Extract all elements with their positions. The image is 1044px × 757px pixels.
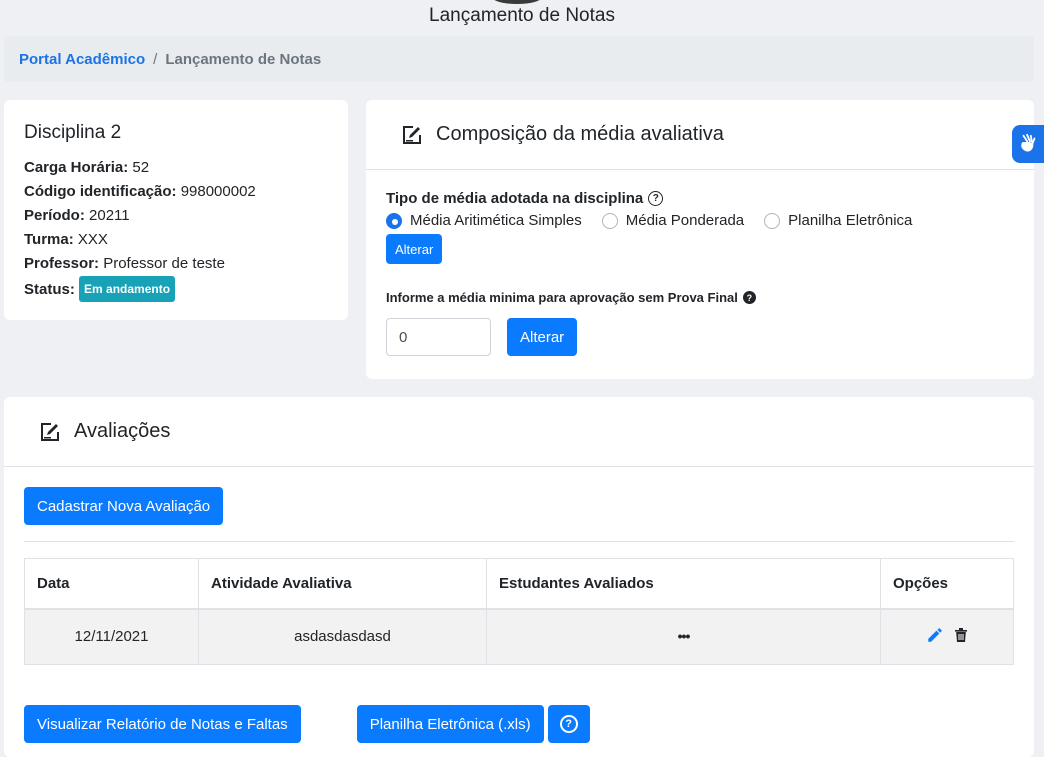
radio-button[interactable]: [601, 212, 618, 229]
evaluations-table: Data Atividade Avaliativa Estudantes Ava…: [24, 558, 1014, 665]
breadcrumb-home-link[interactable]: Portal Acadêmico: [19, 51, 145, 68]
sign-language-icon: [1021, 133, 1036, 152]
info-label: Período:: [24, 207, 85, 224]
cell-activity: asdasdasdasd: [198, 608, 487, 665]
composition-body: Tipo de média adotada na disciplina ? Mé…: [366, 170, 1034, 376]
radio-label: Planilha Eletrônica: [788, 212, 913, 229]
bottom-actions: Visualizar Relatório de Notas e Faltas P…: [24, 705, 590, 743]
average-type-label-row: Tipo de média adotada na disciplina ?: [386, 190, 1014, 207]
radio-weighted-average[interactable]: Média Ponderada: [601, 212, 745, 229]
radio-button-checked[interactable]: [386, 212, 402, 229]
info-professor: Professor: Professor de teste: [24, 252, 328, 276]
edit-document-icon: [41, 422, 59, 441]
discipline-name: Disciplina 2: [24, 122, 122, 143]
change-min-average-button[interactable]: Alterar: [507, 318, 578, 356]
info-value: XXX: [77, 231, 108, 248]
min-average-input[interactable]: [386, 318, 491, 356]
info-class: Turma: XXX: [24, 228, 328, 252]
edit-document-icon: [403, 125, 421, 144]
evaluations-body: Cadastrar Nova Avaliação Data Atividade …: [4, 467, 1034, 665]
cell-date: 12/11/2021: [24, 608, 199, 665]
radio-spreadsheet[interactable]: Planilha Eletrônica: [764, 212, 912, 229]
composition-title: Composição da média avaliativa: [436, 123, 724, 145]
pencil-icon[interactable]: [926, 626, 944, 648]
table-header-row: Data Atividade Avaliativa Estudantes Ava…: [24, 558, 1014, 610]
average-type-radio-group: Média Aritimética Simples Média Ponderad…: [386, 212, 1014, 229]
trash-icon[interactable]: [954, 627, 968, 647]
column-header-activity: Atividade Avaliativa: [198, 558, 487, 610]
info-code: Código identificação: 998000002: [24, 180, 328, 204]
radio-label: Média Aritimética Simples: [410, 212, 582, 229]
help-icon[interactable]: ?: [648, 191, 664, 206]
evaluations-header: Avaliações: [4, 397, 1034, 467]
new-evaluation-button[interactable]: Cadastrar Nova Avaliação: [24, 487, 224, 525]
view-report-button[interactable]: Visualizar Relatório de Notas e Faltas: [24, 705, 301, 743]
cell-options: [880, 608, 1014, 665]
radio-simple-average[interactable]: Média Aritimética Simples: [386, 212, 582, 229]
help-button[interactable]: ?: [547, 705, 590, 743]
accessibility-button[interactable]: [1012, 125, 1044, 163]
info-label: Professor:: [24, 255, 100, 272]
question-circle-icon: ?: [559, 715, 578, 733]
evaluations-card: Avaliações Cadastrar Nova Avaliação Data…: [4, 397, 1034, 757]
column-header-date: Data: [24, 558, 199, 610]
table-row: 12/11/2021 asdasdasdasd •••: [24, 608, 1014, 665]
column-header-options: Opções: [880, 558, 1014, 610]
radio-button[interactable]: [764, 212, 781, 229]
info-label: Código identificação:: [24, 183, 177, 200]
more-options-icon[interactable]: •••: [678, 628, 691, 644]
average-composition-card: Composição da média avaliativa Tipo de m…: [366, 100, 1034, 379]
status-badge: Em andamento: [79, 276, 176, 302]
composition-header: Composição da média avaliativa: [366, 100, 1034, 170]
status-label: Status:: [24, 281, 75, 298]
average-type-label: Tipo de média adotada na disciplina: [386, 190, 644, 207]
info-period: Período: 20211: [24, 204, 328, 228]
column-header-students: Estudantes Avaliados: [486, 558, 881, 610]
info-value: 52: [132, 159, 150, 176]
info-label: Turma:: [24, 231, 74, 248]
min-average-row: Alterar: [386, 318, 1014, 356]
discipline-info-card: Disciplina 2 Carga Horária: 52 Código id…: [4, 100, 348, 320]
radio-label: Média Ponderada: [625, 212, 745, 229]
info-workload: Carga Horária: 52: [24, 156, 328, 180]
info-status: Status: Em andamento: [24, 276, 328, 302]
info-value: Professor de teste: [103, 255, 225, 272]
page-title: Lançamento de Notas: [429, 5, 615, 26]
evaluations-title: Avaliações: [74, 420, 171, 442]
spreadsheet-button[interactable]: Planilha Eletrônica (.xls): [356, 705, 544, 743]
question-circle-icon[interactable]: ?: [742, 291, 756, 304]
info-value: 20211: [89, 207, 130, 224]
info-label: Carga Horária:: [24, 159, 129, 176]
cell-students: •••: [486, 608, 881, 665]
breadcrumb: Portal Acadêmico / Lançamento de Notas: [4, 36, 1034, 82]
change-average-type-button[interactable]: Alterar: [386, 234, 443, 264]
info-value: 998000002: [180, 183, 256, 200]
breadcrumb-current: Lançamento de Notas: [165, 50, 322, 68]
min-average-label-row: Informe a média minima para aprovação se…: [386, 290, 1014, 305]
breadcrumb-separator: /: [153, 50, 158, 68]
divider: [24, 541, 1014, 542]
min-average-label: Informe a média minima para aprovação se…: [386, 290, 738, 305]
